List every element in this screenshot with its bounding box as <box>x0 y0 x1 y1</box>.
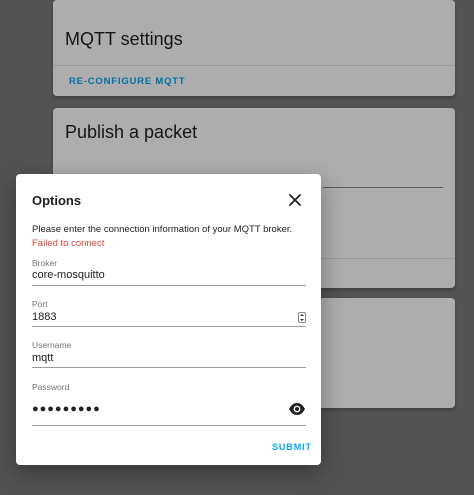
port-input[interactable] <box>32 311 306 323</box>
username-label: Username <box>32 340 72 350</box>
broker-field[interactable]: Broker <box>32 258 306 286</box>
username-field[interactable]: Username <box>32 340 306 368</box>
submit-button[interactable]: SUBMIT <box>272 442 312 452</box>
port-underline <box>32 326 306 327</box>
stepper-down-icon[interactable] <box>300 318 304 321</box>
password-underline <box>32 425 306 426</box>
error-message: Failed to connect <box>32 238 105 249</box>
password-label: Password <box>32 382 70 392</box>
dialog-description: Please enter the connection information … <box>32 224 293 235</box>
password-input[interactable]: ●●●●●●●●● <box>32 403 101 415</box>
port-field[interactable]: Port <box>32 299 306 327</box>
close-button[interactable] <box>285 190 305 210</box>
close-icon <box>289 194 301 206</box>
options-dialog: Options Please enter the connection info… <box>16 174 321 465</box>
port-stepper[interactable] <box>298 312 306 323</box>
username-underline <box>32 367 306 368</box>
password-field[interactable]: Password ●●●●●●●●● <box>32 382 306 426</box>
port-label: Port <box>32 299 48 309</box>
username-input[interactable] <box>32 352 306 364</box>
broker-underline <box>32 285 306 286</box>
dialog-title: Options <box>32 193 82 208</box>
broker-label: Broker <box>32 258 58 268</box>
stepper-up-icon[interactable] <box>300 314 304 317</box>
eye-icon <box>289 403 305 415</box>
broker-input[interactable] <box>32 269 306 281</box>
password-visibility-toggle[interactable] <box>288 402 306 416</box>
